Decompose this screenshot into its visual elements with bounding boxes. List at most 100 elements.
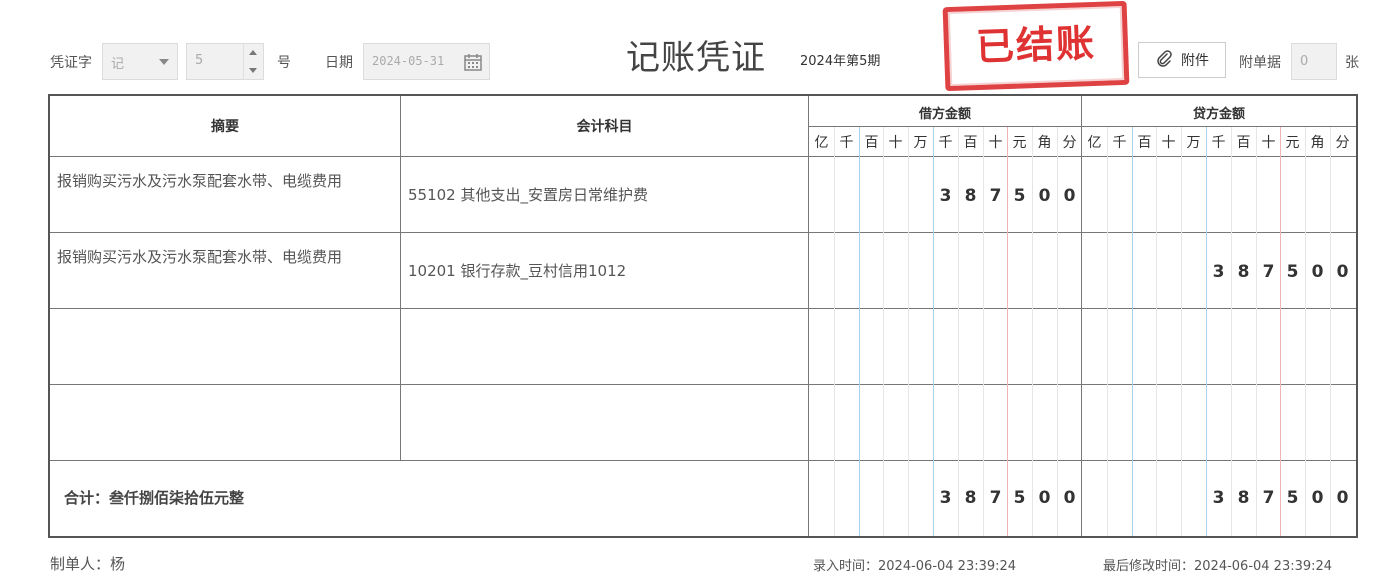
debit-unit-header: 角 bbox=[1037, 135, 1052, 151]
date-input[interactable]: 2024-05-31 bbox=[363, 43, 490, 80]
credit-unit-header: 角 bbox=[1310, 135, 1325, 151]
col-debit-header: 借方金额 bbox=[918, 107, 971, 122]
amount-digit: 7 bbox=[1262, 262, 1275, 282]
debit-unit-header: 百 bbox=[963, 135, 978, 151]
grid-line bbox=[400, 96, 401, 460]
digit-divider bbox=[1181, 127, 1182, 536]
debit-unit-header: 元 bbox=[1012, 135, 1027, 151]
amount-digit: 0 bbox=[1336, 262, 1349, 282]
attach-count-value: 0 bbox=[1300, 54, 1309, 69]
total-label: 合计：叁仟捌佰柒拾伍元整 bbox=[64, 489, 245, 507]
chevron-down-icon bbox=[159, 59, 169, 65]
attach-count-suffix: 张 bbox=[1345, 55, 1359, 71]
calendar-icon[interactable] bbox=[463, 52, 483, 76]
debit-unit-header: 千 bbox=[839, 135, 854, 151]
digit-divider bbox=[1256, 127, 1257, 536]
col-credit-header: 贷方金额 bbox=[1192, 107, 1245, 122]
grid-line bbox=[50, 384, 1356, 385]
debit-unit-header: 百 bbox=[864, 135, 879, 151]
row-1-summary[interactable]: 报销购买污水及污水泵配套水带、电缆费用 bbox=[57, 168, 377, 194]
total-digit: 5 bbox=[1013, 488, 1026, 508]
row-1-subject[interactable]: 55102 其他支出_安置房日常维护费 bbox=[408, 184, 648, 205]
digit-divider bbox=[1132, 127, 1133, 536]
voucher-number-stepper[interactable]: 5 bbox=[186, 43, 264, 80]
stepper-up-icon[interactable] bbox=[249, 50, 257, 55]
paperclip-icon bbox=[1155, 49, 1173, 71]
digit-divider bbox=[1330, 127, 1331, 536]
total-digit: 0 bbox=[1038, 488, 1051, 508]
total-digit: 0 bbox=[1063, 488, 1076, 508]
digit-divider bbox=[883, 127, 884, 536]
digit-divider bbox=[1107, 127, 1108, 536]
row-2-summary[interactable]: 报销购买污水及污水泵配套水带、电缆费用 bbox=[57, 244, 377, 270]
digit-divider bbox=[1305, 127, 1306, 536]
amount-digit: 3 bbox=[939, 186, 952, 206]
modified-time: 最后修改时间：2024-06-04 23:39:24 bbox=[1103, 559, 1333, 574]
debit-unit-header: 亿 bbox=[814, 135, 829, 151]
total-digit: 0 bbox=[1311, 488, 1324, 508]
voucher-table bbox=[48, 94, 1358, 538]
debit-unit-header: 十 bbox=[988, 135, 1003, 151]
row-2-subject[interactable]: 10201 银行存款_豆村信用1012 bbox=[408, 260, 626, 281]
col-summary-header: 摘要 bbox=[211, 119, 239, 135]
amount-digit: 5 bbox=[1286, 262, 1299, 282]
debit-unit-header: 千 bbox=[938, 135, 953, 151]
total-digit: 8 bbox=[1237, 488, 1250, 508]
credit-unit-header: 亿 bbox=[1087, 135, 1102, 151]
amount-digit: 3 bbox=[1212, 262, 1225, 282]
debit-unit-header: 分 bbox=[1062, 135, 1077, 151]
preparer: 制单人：杨 bbox=[50, 555, 126, 573]
number-suffix: 号 bbox=[277, 55, 291, 71]
total-digit: 3 bbox=[939, 488, 952, 508]
grid-line bbox=[50, 460, 1356, 461]
total-digit: 8 bbox=[964, 488, 977, 508]
credit-unit-header: 十 bbox=[1261, 135, 1276, 151]
credit-unit-header: 百 bbox=[1236, 135, 1251, 151]
attach-button[interactable]: 附件 bbox=[1138, 42, 1226, 78]
credit-unit-header: 元 bbox=[1285, 135, 1300, 151]
total-digit: 7 bbox=[1262, 488, 1275, 508]
total-digit: 5 bbox=[1286, 488, 1299, 508]
digit-divider bbox=[908, 127, 909, 536]
grid-line bbox=[50, 156, 1356, 157]
debit-unit-header: 万 bbox=[913, 135, 928, 151]
credit-unit-header: 分 bbox=[1335, 135, 1350, 151]
grid-line bbox=[50, 308, 1356, 309]
date-label: 日期 bbox=[325, 55, 353, 71]
voucher-word-select[interactable]: 记 bbox=[102, 43, 178, 80]
voucher-word-label: 凭证字 bbox=[50, 55, 92, 71]
grid-line bbox=[808, 96, 809, 536]
accounting-period: 2024年第5期 bbox=[800, 54, 881, 69]
digit-divider bbox=[1156, 127, 1157, 536]
digit-divider bbox=[1206, 127, 1207, 536]
page-title: 记账凭证 bbox=[626, 38, 766, 78]
entry-time: 录入时间：2024-06-04 23:39:24 bbox=[813, 559, 1017, 574]
attach-count-input[interactable]: 0 bbox=[1291, 43, 1337, 80]
amount-digit: 5 bbox=[1013, 186, 1026, 206]
grid-line bbox=[808, 126, 1356, 127]
amount-digit: 0 bbox=[1063, 186, 1076, 206]
voucher-word-value: 记 bbox=[111, 57, 125, 72]
total-digit: 0 bbox=[1336, 488, 1349, 508]
col-subject-header: 会计科目 bbox=[576, 119, 633, 135]
credit-unit-header: 千 bbox=[1112, 135, 1127, 151]
credit-unit-header: 十 bbox=[1161, 135, 1176, 151]
attach-button-label: 附件 bbox=[1181, 53, 1209, 69]
debit-unit-header: 十 bbox=[888, 135, 903, 151]
digit-divider bbox=[1280, 127, 1281, 536]
attach-count-label: 附单据 bbox=[1239, 55, 1281, 71]
digit-divider bbox=[1231, 127, 1232, 536]
credit-unit-header: 千 bbox=[1211, 135, 1226, 151]
stepper-down-icon[interactable] bbox=[249, 68, 257, 73]
grid-line bbox=[50, 232, 1356, 233]
stepper-buttons[interactable] bbox=[243, 44, 263, 80]
closed-stamp: 已结账 bbox=[942, 0, 1130, 92]
digit-divider bbox=[859, 127, 860, 536]
total-digit: 7 bbox=[989, 488, 1002, 508]
voucher-number-value: 5 bbox=[195, 53, 204, 68]
amount-digit: 8 bbox=[964, 186, 977, 206]
digit-divider bbox=[834, 127, 835, 536]
total-digit: 3 bbox=[1212, 488, 1225, 508]
amount-digit: 8 bbox=[1237, 262, 1250, 282]
amount-digit: 7 bbox=[989, 186, 1002, 206]
